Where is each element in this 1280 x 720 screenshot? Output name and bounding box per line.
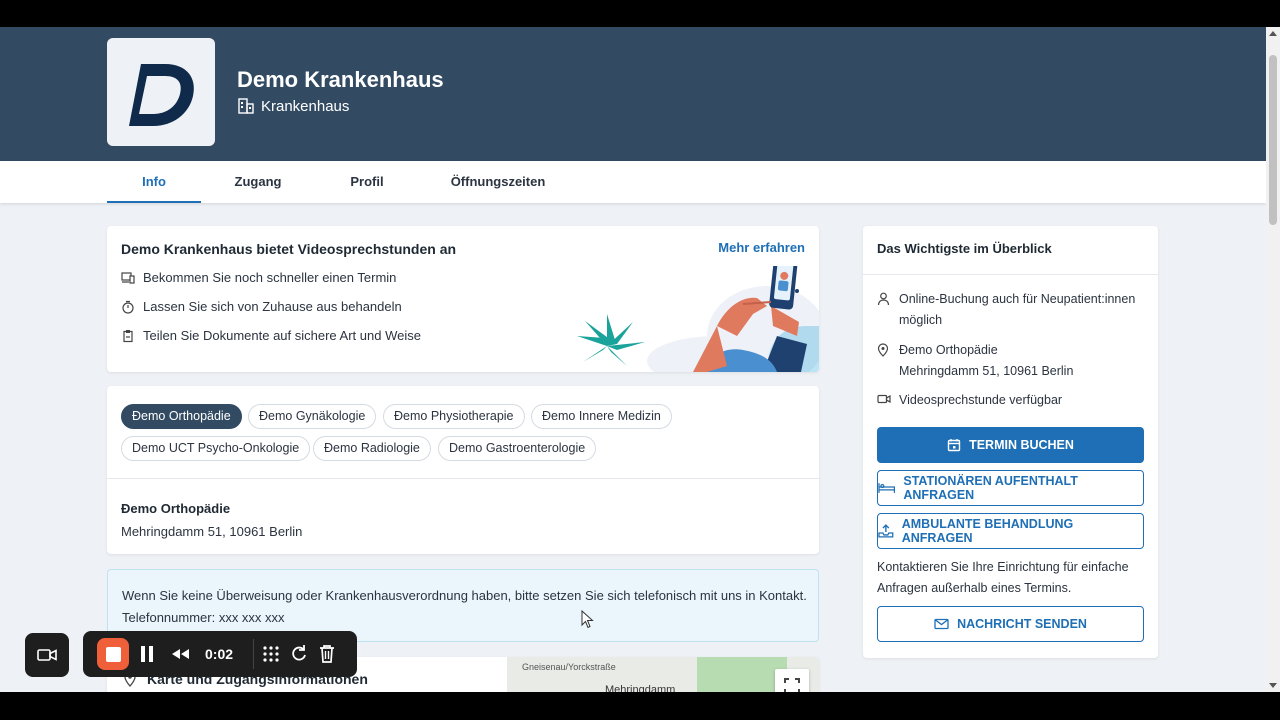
overview-text: Đemo Orthopädie Mehringdamm 51, 10961 Be… <box>899 343 1074 378</box>
contact-note: Kontaktieren Sie Ihre Einrichtung für ei… <box>877 560 1129 595</box>
recording-toolbar: 0:02 <box>83 631 357 677</box>
org-type: Krankenhaus <box>237 97 349 115</box>
tab-profil[interactable]: Profil <box>320 161 414 203</box>
camera-toggle-button[interactable] <box>25 633 69 677</box>
learn-more-link[interactable]: Mehr erfahren <box>718 240 805 255</box>
overview-text: Videosprechstunde verfügbar <box>899 393 1063 407</box>
map-street-label: Gneisenau/Yorckstraße <box>522 662 616 672</box>
fullscreen-icon <box>784 678 800 692</box>
send-message-button[interactable]: Nachricht senden <box>877 606 1144 642</box>
video-camera-icon <box>37 649 57 661</box>
locations-card: Đemo Orthopädie Đemo Gynäkologie Đemo Ph… <box>107 386 819 554</box>
book-appointment-button[interactable]: Termin buchen <box>877 427 1144 463</box>
envelope-icon <box>934 618 949 630</box>
scroll-up-icon[interactable] <box>1269 31 1277 36</box>
recording-timer: 0:02 <box>205 646 234 662</box>
request-inpatient-button[interactable]: Stationären Aufenthalt anfragen <box>877 470 1144 506</box>
rewind-icon[interactable] <box>169 643 191 665</box>
scrollbar-thumb[interactable] <box>1269 55 1277 225</box>
hospital-logo <box>107 38 215 146</box>
divider <box>107 478 819 479</box>
video-camera-icon <box>877 394 891 404</box>
request-outpatient-button[interactable]: Ambulante Behandlung anfragen <box>877 513 1144 549</box>
stop-recording-button[interactable] <box>97 638 129 670</box>
map-view[interactable]: Gneisenau/Yorckstraße Mehringdamm <box>507 657 819 692</box>
location-chip-psycho-onkologie[interactable]: Demo UCT Psycho-Onkologie <box>121 436 311 461</box>
grid-icon[interactable] <box>261 643 281 665</box>
book-button-label: Termin buchen <box>969 438 1074 452</box>
org-name: Demo Krankenhaus <box>237 67 444 92</box>
location-chip-innere-medizin[interactable]: Đemo Innere Medizin <box>531 404 672 429</box>
location-pin-icon <box>877 343 889 357</box>
sidebar-title: Das Wichtigste im Überblick <box>877 241 1052 256</box>
notice-text: Wenn Sie keine Überweisung oder Krankenh… <box>122 588 807 603</box>
overview-text: Online-Buchung auch für Neupatient:innen… <box>899 292 1136 327</box>
message-button-label: Nachricht senden <box>957 617 1087 631</box>
devices-icon <box>121 271 135 284</box>
fullscreen-button[interactable] <box>775 669 809 692</box>
scroll-down-icon[interactable] <box>1269 683 1277 688</box>
profile-header: Demo Krankenhaus Krankenhaus <box>0 27 1266 161</box>
location-chip-radiologie[interactable]: Đemo Radiologie <box>313 436 431 461</box>
tab-info[interactable]: Info <box>107 161 201 203</box>
phone-number: Telefonnummer: xxx xxx xxx <box>122 610 285 625</box>
divider <box>863 274 1158 275</box>
tab-zugang[interactable]: Zugang <box>211 161 305 203</box>
bed-icon <box>878 483 896 493</box>
browser-viewport: Demo Krankenhaus Krankenhaus Info Zugang… <box>0 27 1266 692</box>
restart-icon[interactable] <box>289 643 309 665</box>
outpatient-button-label: Ambulante Behandlung anfragen <box>901 517 1074 545</box>
page-scrollbar[interactable] <box>1266 27 1280 692</box>
feature-item: Lassen Sie sich von Zuhause aus behandel… <box>121 299 402 314</box>
stop-icon <box>105 646 121 662</box>
mouse-cursor-icon <box>581 610 594 629</box>
location-chip-gynaekologie[interactable]: Đemo Gynäkologie <box>248 404 377 429</box>
building-icon <box>238 98 254 114</box>
feature-text: Bekommen Sie noch schneller einen Termin <box>143 270 397 285</box>
feature-text: Lassen Sie sich von Zuhause aus behandel… <box>143 299 402 314</box>
location-chip-physiotherapie[interactable]: Đemo Physiotherapie <box>383 404 525 429</box>
feature-item: Teilen Sie Dokumente auf sichere Art und… <box>121 328 421 343</box>
timer-icon <box>122 300 134 314</box>
calendar-icon <box>947 439 961 452</box>
location-chip-orthopaedie[interactable]: Đemo Orthopädie <box>121 404 242 429</box>
overview-sidebar: Das Wichtigste im Überblick Online-Buchu… <box>863 226 1158 658</box>
inpatient-button-label: Stationären Aufenthalt anfragen <box>903 474 1078 502</box>
selected-location-name: Đemo Orthopädie <box>121 501 231 516</box>
tab-bar: Info Zugang Profil Öffnungszeiten <box>0 161 1266 203</box>
feature-item: Bekommen Sie noch schneller einen Termin <box>121 270 396 285</box>
trash-icon[interactable] <box>318 643 336 665</box>
tab-oeffnungszeiten[interactable]: Öffnungszeiten <box>443 161 553 203</box>
location-chip-gastroenterologie[interactable]: Demo Gastroenterologie <box>438 436 597 461</box>
video-consultation-card: Demo Krankenhaus bietet Videosprechstund… <box>107 226 819 372</box>
upload-tray-icon <box>878 524 894 538</box>
video-card-title: Demo Krankenhaus bietet Videosprechstund… <box>121 241 457 257</box>
org-type-label: Krankenhaus <box>261 97 350 115</box>
map-park <box>697 657 787 692</box>
feature-text: Teilen Sie Dokumente auf sichere Art und… <box>143 328 421 343</box>
clipboard-icon <box>123 329 133 342</box>
video-consultation-illustration <box>577 266 819 372</box>
person-icon <box>877 292 890 306</box>
map-street-label: Mehringdamm <box>605 684 676 692</box>
pause-icon[interactable] <box>139 643 155 665</box>
divider <box>253 639 254 669</box>
selected-location-address: Mehringdamm 51, 10961 Berlin <box>121 524 303 539</box>
